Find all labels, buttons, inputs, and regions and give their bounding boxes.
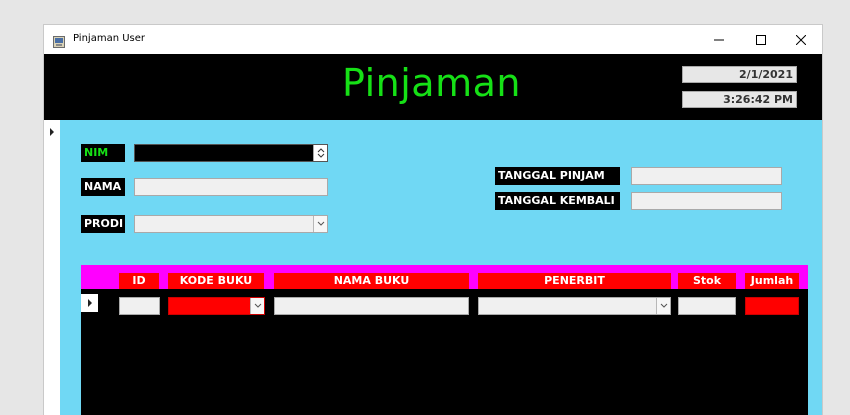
- app-window-icon: [53, 33, 65, 48]
- page-title: Pinjaman: [342, 61, 521, 105]
- pinjaman-user-window: Pinjaman User Pinjaman 2/1/2021 3:26:42 …: [43, 24, 823, 415]
- minimize-icon: [714, 30, 724, 49]
- tanggal-kembali-field[interactable]: [631, 192, 782, 213]
- prodi-dropdown[interactable]: [313, 216, 327, 232]
- tanggal-kembali-input[interactable]: [632, 196, 781, 213]
- title-bar[interactable]: Pinjaman User: [44, 25, 822, 54]
- time-display: 3:26:42 PM: [682, 91, 797, 108]
- column-header-penerbit[interactable]: PENERBIT: [478, 273, 671, 289]
- nama-field[interactable]: [134, 178, 328, 199]
- book-grid: ID KODE BUKU NAMA BUKU PENERBIT Stok Jum…: [81, 265, 808, 415]
- close-icon: [795, 30, 807, 49]
- window-title: Pinjaman User: [73, 33, 146, 44]
- record-selector-gutter: [44, 120, 60, 415]
- minimize-button[interactable]: [708, 29, 730, 49]
- cell-jumlah[interactable]: [745, 297, 799, 315]
- chevron-down-icon: [660, 303, 667, 308]
- kode-buku-dropdown[interactable]: [250, 298, 264, 314]
- column-header-jumlah[interactable]: Jumlah: [745, 273, 799, 289]
- cell-kode-buku[interactable]: [168, 297, 265, 315]
- penerbit-dropdown[interactable]: [656, 298, 670, 314]
- record-pointer-icon: [50, 128, 54, 136]
- tanggal-pinjam-field[interactable]: [631, 167, 782, 188]
- nim-field[interactable]: [134, 144, 328, 165]
- row-selector[interactable]: [81, 294, 98, 312]
- prodi-select[interactable]: [134, 215, 328, 236]
- chevron-down-icon: [254, 303, 261, 308]
- tanggal-pinjam-input[interactable]: [632, 171, 781, 188]
- maximize-icon: [756, 30, 766, 49]
- date-display: 2/1/2021: [682, 66, 797, 83]
- close-button[interactable]: [790, 29, 812, 49]
- column-header-stok[interactable]: Stok: [678, 273, 736, 289]
- header-banner: Pinjaman 2/1/2021 3:26:42 PM: [44, 54, 822, 120]
- nim-stepper[interactable]: [313, 145, 327, 161]
- column-header-kode-buku[interactable]: KODE BUKU: [168, 273, 264, 289]
- stepper-icon: [317, 148, 324, 158]
- nim-label: NIM: [81, 144, 125, 162]
- maximize-button[interactable]: [750, 29, 772, 49]
- nama-input[interactable]: [135, 182, 327, 199]
- grid-header: ID KODE BUKU NAMA BUKU PENERBIT Stok Jum…: [81, 265, 808, 289]
- tanggal-kembali-label: TANGGAL KEMBALI: [495, 192, 620, 210]
- cell-id[interactable]: [119, 297, 160, 315]
- cell-penerbit[interactable]: [478, 297, 671, 315]
- nim-input[interactable]: [135, 148, 327, 165]
- prodi-input[interactable]: [135, 219, 327, 236]
- column-header-nama-buku[interactable]: NAMA BUKU: [274, 273, 469, 289]
- nama-label: NAMA: [81, 178, 125, 196]
- current-row-icon: [88, 299, 92, 307]
- chevron-down-icon: [317, 221, 324, 226]
- cell-stok[interactable]: [678, 297, 736, 315]
- tanggal-pinjam-label: TANGGAL PINJAM: [495, 167, 620, 185]
- cell-nama-buku[interactable]: [274, 297, 469, 315]
- column-header-id[interactable]: ID: [119, 273, 159, 289]
- prodi-label: PRODI: [81, 215, 125, 233]
